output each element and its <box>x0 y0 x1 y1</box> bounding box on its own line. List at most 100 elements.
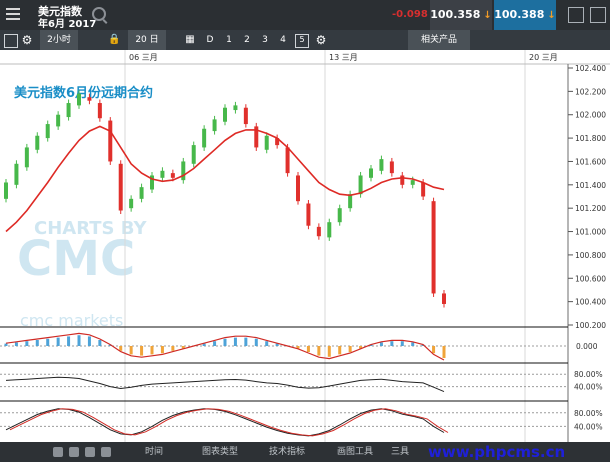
search-icon[interactable] <box>92 7 106 21</box>
related-products-button[interactable]: 相关产品 <box>408 30 470 50</box>
rsi-tick-label: 80.00% <box>574 370 603 379</box>
price-tick-label: 100.400 <box>575 298 606 307</box>
stoch-tick-label: 80.00% <box>574 409 603 418</box>
macd-bar <box>14 342 18 346</box>
macd-bar <box>171 346 175 351</box>
macd-bar <box>411 342 415 346</box>
chart-settings-icon[interactable]: ⚙ <box>315 30 327 50</box>
macd-bar <box>150 346 154 355</box>
interval-select[interactable]: 2小时 <box>40 30 78 50</box>
macd-bar <box>129 346 133 355</box>
candle-body <box>400 175 405 185</box>
range-5[interactable]: 5 <box>295 34 309 48</box>
top-bar: 美元指数 年6月 2017 -0.098 100.358 ↓ 100.388 ↓ <box>0 0 610 30</box>
settings-icon[interactable]: ⚙ <box>21 30 33 50</box>
candle-body <box>35 135 40 150</box>
date-label: 13 三月 <box>329 53 358 62</box>
price-change: -0.098 <box>392 9 428 20</box>
candle-body <box>233 105 238 111</box>
candle-body <box>421 182 426 197</box>
macd-bar <box>77 335 81 346</box>
watermark-logo-text: CMC <box>17 231 135 287</box>
drawing-tools-menu[interactable]: 画图工具 <box>337 442 373 462</box>
chart-type-menu[interactable]: 图表类型 <box>202 442 238 462</box>
candle-body <box>327 222 332 238</box>
chart-toolbar: ⚙ 2小时 🔒 20 日 ▦ D 1 2 3 4 5 ⚙ 相关产品 <box>0 30 610 50</box>
trading-app: 美元指数 年6月 2017 -0.098 100.358 ↓ 100.388 ↓ ⚙… <box>0 0 610 462</box>
technical-indicators-menu[interactable]: 技术指标 <box>269 442 305 462</box>
panel-toggle-icon[interactable] <box>4 34 18 48</box>
candle-body <box>97 103 102 119</box>
candle-body <box>358 175 363 195</box>
buy-price-button[interactable]: 100.388 ↓ <box>494 0 556 30</box>
candle-body <box>296 175 300 202</box>
stoch-tick-label: 40.00% <box>574 422 603 431</box>
sell-price-button[interactable]: 100.358 ↓ <box>430 0 492 30</box>
candle-body <box>369 168 373 178</box>
refresh-icon[interactable] <box>53 447 63 457</box>
candle-body <box>191 145 196 164</box>
price-tick-label: 102.400 <box>575 64 606 73</box>
price-tick-label: 102.200 <box>575 87 606 96</box>
down-arrow-icon: ↓ <box>483 10 492 21</box>
macd-bar <box>233 337 237 346</box>
pencil-icon[interactable] <box>85 447 95 457</box>
close-window-icon[interactable] <box>590 7 606 23</box>
macd-bar <box>254 338 258 346</box>
restore-window-icon[interactable] <box>568 7 584 23</box>
candle-body <box>379 159 384 171</box>
sell-price-value: 100.358 <box>430 8 481 21</box>
candle-body <box>170 173 175 178</box>
menu-icon[interactable] <box>6 8 20 20</box>
clear-icon[interactable] <box>69 447 79 457</box>
chart-title: 美元指数6月份远期合约 <box>14 85 153 101</box>
chart-area[interactable]: CHARTS BY CMC cmc markets 06 三月 13 三月 20 三… <box>0 50 610 442</box>
macd-bar <box>265 341 269 346</box>
macd-bar <box>4 343 8 346</box>
candle-body <box>14 163 19 185</box>
range-4[interactable]: 4 <box>278 30 288 50</box>
macd-bar <box>348 346 352 352</box>
drawing-icon[interactable] <box>101 447 111 457</box>
macd-bar <box>56 337 60 346</box>
date-label: 20 三月 <box>529 53 558 62</box>
candle-body <box>223 107 227 122</box>
range-1[interactable]: 1 <box>224 30 234 50</box>
macd-bar <box>119 346 123 351</box>
date-label: 06 三月 <box>129 53 158 62</box>
candle-body <box>337 208 342 223</box>
website-link[interactable]: www.phpcms.cn <box>428 443 565 461</box>
macd-bar <box>327 346 331 357</box>
macd-bar <box>160 346 164 354</box>
range-3[interactable]: 3 <box>260 30 270 50</box>
macd-bar <box>98 340 102 346</box>
calendar-icon[interactable]: ▦ <box>184 30 196 50</box>
range-2[interactable]: 2 <box>242 30 252 50</box>
macd-bar <box>338 346 342 355</box>
candle-body <box>243 107 248 125</box>
candle-body <box>139 187 144 199</box>
macd-bar <box>400 341 404 346</box>
candle-body <box>410 180 415 185</box>
price-tick-label: 100.200 <box>575 321 606 330</box>
macd-bar <box>46 338 50 346</box>
candle-body <box>45 124 50 139</box>
candle-body <box>77 93 81 106</box>
macd-bar <box>390 341 394 346</box>
macd-bar <box>67 336 71 346</box>
time-menu[interactable]: 时间 <box>145 442 163 462</box>
macd-bar <box>306 346 310 352</box>
price-tick-label: 101.600 <box>575 157 606 166</box>
range-day[interactable]: D <box>204 30 216 50</box>
range-select[interactable]: 20 日 <box>128 30 166 50</box>
candle-body <box>56 114 61 127</box>
price-tick-label: 101.000 <box>575 228 606 237</box>
candle-body <box>160 170 165 178</box>
price-tick-label: 101.800 <box>575 134 606 143</box>
candle-body <box>348 194 353 209</box>
price-tick-label: 101.200 <box>575 204 606 213</box>
tools-menu[interactable]: 三具 <box>391 442 409 462</box>
lock-icon[interactable]: 🔒 <box>108 30 120 50</box>
macd-bar <box>317 346 321 356</box>
candle-body <box>202 128 207 148</box>
